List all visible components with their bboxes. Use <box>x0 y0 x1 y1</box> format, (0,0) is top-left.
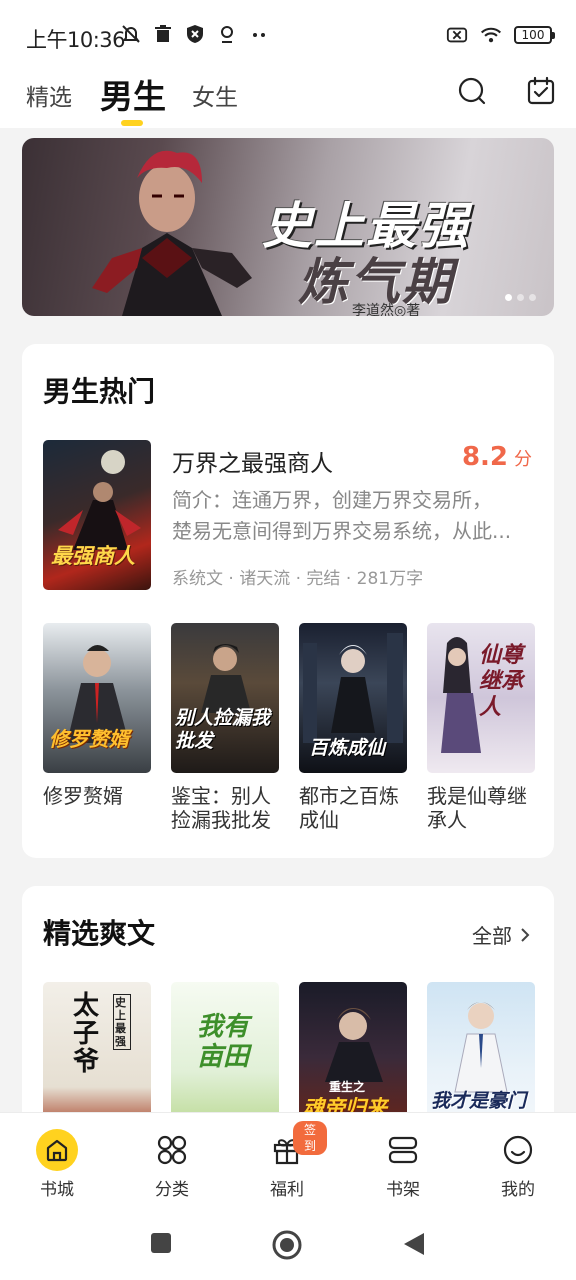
book-title-line: 鉴宝：别人 <box>171 784 271 808</box>
book-cover-text: 仙尊继承人 <box>479 643 524 720</box>
description-line: 楚易无意间得到万界交易系统，从此... <box>172 519 512 543</box>
chevron-right-icon <box>521 927 530 942</box>
nav-label: 我的 <box>501 1180 535 1200</box>
book-cover-text: 我有亩田 <box>197 1012 250 1072</box>
book-item[interactable]: 重生之 魂帝归来 <box>299 982 407 1132</box>
score-unit: 分 <box>514 449 532 470</box>
book-cover[interactable]: 仙尊继承人 <box>427 623 535 773</box>
nav-label: 福利 <box>270 1180 304 1200</box>
status-icons-left <box>120 23 270 45</box>
book-title-line: 都市之百炼 <box>299 784 399 808</box>
book-item[interactable]: 我有亩田 <box>171 982 279 1132</box>
book-cover-sub: 史上最强 <box>113 994 131 1050</box>
banner-dot <box>517 294 524 301</box>
see-all-link[interactable]: 全部 <box>472 920 530 949</box>
nav-item-bookstore[interactable]: 书城 <box>17 1129 97 1200</box>
checkin-badge: 签到 <box>293 1121 327 1155</box>
recent-apps-button[interactable] <box>150 1232 172 1258</box>
featured-book-cover[interactable]: 最强商人 <box>43 440 151 590</box>
calendar-check-icon[interactable] <box>526 76 556 106</box>
picks-section-card: 精选爽文 全部 史上最强 太子爷 我有亩田 重生之 魂帝归来 我才是豪门 <box>22 886 554 1146</box>
book-cover[interactable]: 我才是豪门 <box>427 982 535 1132</box>
profile-icon <box>497 1129 539 1171</box>
featured-book-score: 8.2 分 <box>462 442 532 472</box>
search-icon[interactable] <box>457 76 487 106</box>
book-cover-text: 太子爷 <box>73 991 100 1077</box>
status-icons-right: 100 <box>446 24 555 46</box>
book-item[interactable]: 史上最强 太子爷 <box>43 982 151 1132</box>
vpn-icon <box>216 23 238 45</box>
book-cover-text: 我才是豪门 <box>431 1090 527 1112</box>
nav-item-bookshelf[interactable]: 书架 <box>363 1129 443 1200</box>
book-title-line: 修罗赘婿 <box>43 784 123 808</box>
featured-cover-text: 最强商人 <box>51 544 135 568</box>
section-title: 男生热门 <box>43 375 156 408</box>
book-item[interactable]: 百炼成仙 都市之百炼 成仙 <box>299 623 407 832</box>
battery-icon: 100 <box>514 26 555 44</box>
book-cover[interactable]: 别人捡漏我批发 <box>171 623 279 773</box>
banner-dot <box>529 294 536 301</box>
book-cover-text: 别人捡漏我批发 <box>175 707 271 752</box>
book-cover[interactable]: 我有亩田 <box>171 982 279 1132</box>
banner-pagination <box>505 294 536 301</box>
more-dots-icon <box>248 23 270 45</box>
status-time: 上午10:36 <box>26 28 126 52</box>
status-bar: 上午10:36 100 <box>0 0 576 70</box>
book-item[interactable]: 别人捡漏我批发 鉴宝：别人 捡漏我批发 <box>171 623 279 832</box>
score-value: 8.2 <box>461 442 508 472</box>
nav-item-welfare[interactable]: 签到 福利 <box>247 1121 327 1200</box>
trash-icon <box>152 23 174 45</box>
featured-book-title[interactable]: 万界之最强商人 <box>172 444 333 478</box>
category-icon <box>151 1129 193 1171</box>
promo-banner[interactable]: 史上最强 炼气期 李道然◎著 <box>22 138 554 316</box>
book-cover-text: 百炼成仙 <box>309 737 386 759</box>
book-title[interactable]: 都市之百炼 成仙 <box>299 784 411 832</box>
notification-off-icon <box>120 23 142 45</box>
top-nav: 精选 男生 女生 <box>0 70 576 128</box>
wifi-icon <box>480 24 502 46</box>
nav-item-profile[interactable]: 我的 <box>478 1129 558 1200</box>
featured-book-description: 简介：连通万界，创建万界交易所， 楚易无意间得到万界交易系统，从此... <box>172 485 534 547</box>
bookshelf-icon <box>382 1129 424 1171</box>
book-title-line: 我是仙尊继 <box>427 784 527 808</box>
featured-book-meta: 系统文 · 诸天流 · 完结 · 281万字 <box>172 569 424 589</box>
book-title[interactable]: 我是仙尊继 承人 <box>427 784 539 832</box>
book-item[interactable]: 仙尊继承人 我是仙尊继 承人 <box>427 623 535 832</box>
book-title-line: 成仙 <box>299 808 339 832</box>
shield-icon <box>184 23 206 45</box>
book-cover-text: 修罗赘婿 <box>49 727 129 751</box>
book-title[interactable]: 修罗赘婿 <box>43 784 155 808</box>
book-title-line: 承人 <box>427 808 467 832</box>
banner-author: 李道然◎著 <box>352 303 421 316</box>
description-line: 简介：连通万界，创建万界交易所， <box>172 488 492 512</box>
banner-hero-illustration <box>92 150 252 316</box>
section-title: 精选爽文 <box>43 917 156 950</box>
book-cover[interactable]: 史上最强 太子爷 <box>43 982 151 1132</box>
tab-jingxuan[interactable]: 精选 <box>26 78 72 112</box>
book-title-line: 捡漏我批发 <box>171 808 271 832</box>
home-button[interactable] <box>272 1230 302 1264</box>
banner-dot <box>505 294 512 301</box>
book-cover[interactable]: 百炼成仙 <box>299 623 407 773</box>
tab-nvsheng[interactable]: 女生 <box>192 78 238 112</box>
book-cover[interactable]: 重生之 魂帝归来 <box>299 982 407 1132</box>
hot-section-card: 男生热门 最强商人 万界之最强商人 8.2 分 简介：连通万界，创建万界交易所， … <box>22 344 554 858</box>
book-title[interactable]: 鉴宝：别人 捡漏我批发 <box>171 784 283 832</box>
see-all-label: 全部 <box>472 924 512 948</box>
book-cover[interactable]: 修罗赘婿 <box>43 623 151 773</box>
book-item[interactable]: 修罗赘婿 修罗赘婿 <box>43 623 151 808</box>
back-button[interactable] <box>402 1231 426 1261</box>
nav-item-category[interactable]: 分类 <box>132 1129 212 1200</box>
system-nav-bar <box>0 1204 576 1280</box>
book-item[interactable]: 我才是豪门 <box>427 982 535 1132</box>
nav-label: 书架 <box>386 1180 420 1200</box>
bottom-nav: 书城 分类 签到 福利 书架 我的 <box>0 1112 576 1204</box>
nav-label: 分类 <box>155 1180 189 1200</box>
tab-nansheng[interactable]: 男生 <box>100 70 166 118</box>
sim-off-icon <box>446 24 468 46</box>
home-icon <box>36 1129 78 1171</box>
nav-label: 书城 <box>40 1180 74 1200</box>
active-tab-indicator <box>121 120 143 126</box>
